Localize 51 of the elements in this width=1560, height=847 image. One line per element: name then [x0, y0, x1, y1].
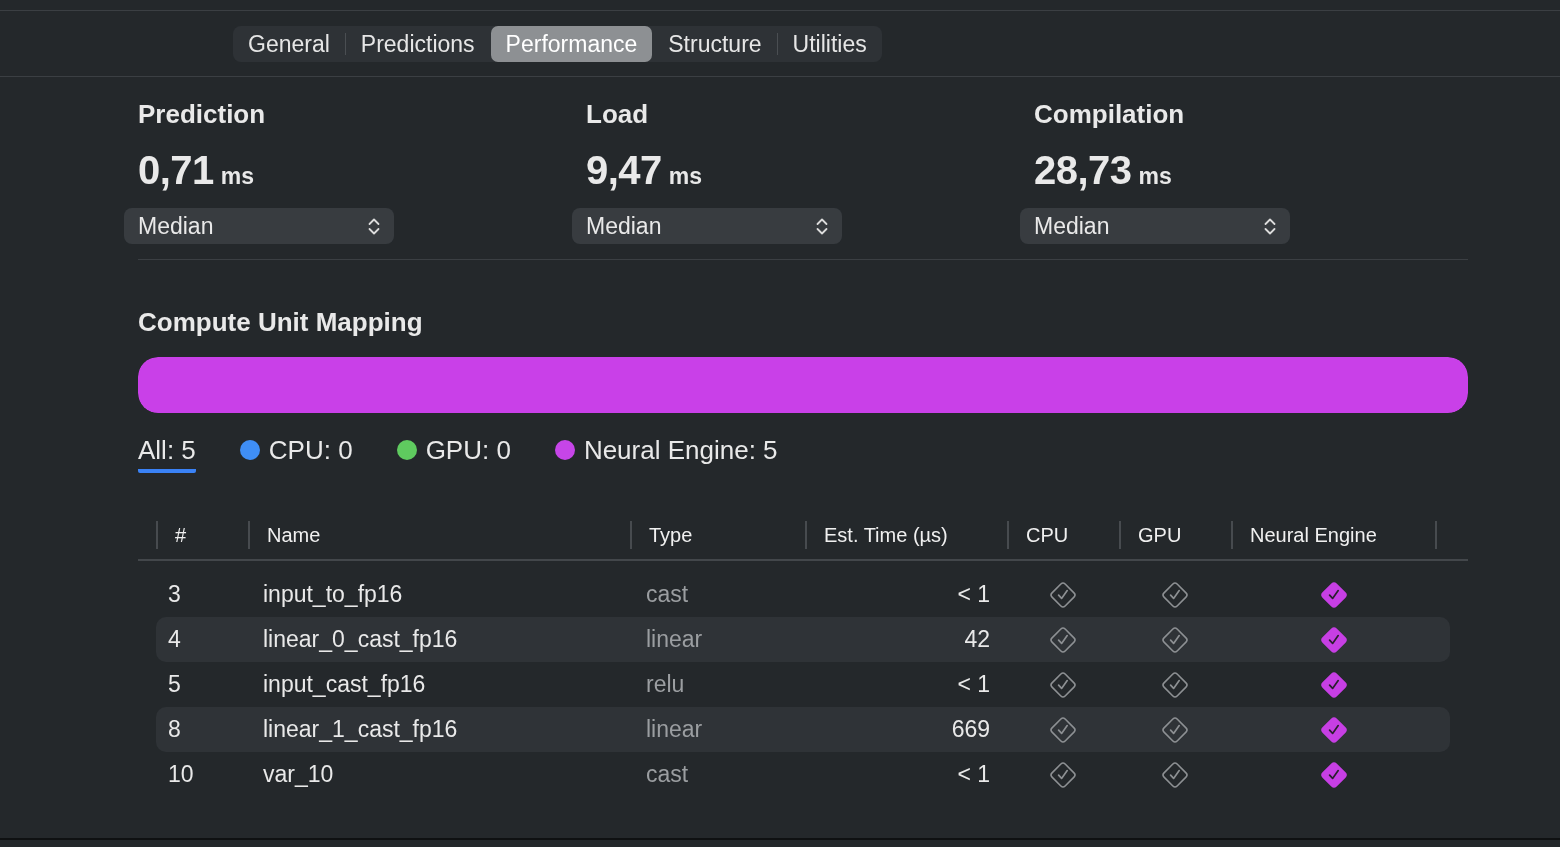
table-cell: 10 — [168, 761, 194, 787]
column-header[interactable]: Name — [267, 523, 321, 547]
tab[interactable]: Predictions — [345, 26, 490, 62]
tab[interactable]: General — [233, 26, 345, 62]
filter-tab[interactable]: CPU: 0 — [239, 434, 353, 473]
table-cell: relu — [646, 671, 685, 697]
tab[interactable]: Utilities — [777, 26, 882, 62]
column-header[interactable]: GPU — [1138, 523, 1182, 547]
chevron-up-down-icon — [368, 216, 380, 236]
metric-title: Compilation — [1034, 98, 1186, 130]
statistic-dropdown[interactable]: Median — [572, 208, 842, 244]
column-header[interactable]: Neural Engine — [1250, 523, 1377, 547]
section-title: Compute Unit Mapping — [138, 306, 424, 338]
table-cell: 669 — [951, 716, 990, 742]
metric-unit: ms — [220, 162, 255, 191]
table-cell: 42 — [964, 626, 990, 652]
table-cell: 8 — [168, 716, 181, 742]
filter-tab[interactable]: All: 5 — [138, 434, 196, 473]
column-header[interactable]: Est. Time (µs) — [824, 523, 948, 547]
table-cell: 5 — [168, 671, 181, 697]
column-header[interactable]: # — [175, 523, 187, 547]
metric-unit: ms — [1138, 162, 1172, 191]
metric-value: 9,47 — [586, 147, 662, 194]
column-header[interactable]: Type — [649, 523, 693, 547]
table-cell: linear — [646, 716, 703, 742]
statistic-dropdown[interactable]: Median — [124, 208, 394, 244]
metric-title: Prediction — [138, 98, 267, 130]
table-cell: linear_0_cast_fp16 — [263, 626, 458, 652]
filter-tab[interactable]: Neural Engine: 5 — [554, 434, 778, 473]
table-cell: 4 — [168, 626, 181, 652]
statistic-dropdown[interactable]: Median — [1020, 208, 1290, 244]
metric-value: 0,71 — [138, 147, 214, 194]
table-cell: cast — [646, 581, 689, 607]
table-cell: linear — [646, 626, 703, 652]
filter-tab[interactable]: GPU: 0 — [396, 434, 511, 473]
table-cell: < 1 — [957, 581, 990, 607]
column-header[interactable]: CPU — [1026, 523, 1069, 547]
table-cell: < 1 — [957, 761, 990, 787]
table-cell: linear_1_cast_fp16 — [263, 716, 458, 742]
metric-unit: ms — [668, 162, 703, 191]
table-cell: input_cast_fp16 — [263, 671, 426, 697]
chevron-up-down-icon — [1264, 216, 1276, 236]
table-cell: var_10 — [263, 761, 334, 787]
table-cell: 3 — [168, 581, 181, 607]
table-cell: < 1 — [957, 671, 990, 697]
chevron-up-down-icon — [816, 216, 828, 236]
table-cell: input_to_fp16 — [263, 581, 403, 607]
metric-title: Load — [586, 98, 650, 130]
metric-value: 28,73 — [1034, 147, 1132, 194]
tab[interactable]: Structure — [653, 26, 777, 62]
table-cell: cast — [646, 761, 689, 787]
